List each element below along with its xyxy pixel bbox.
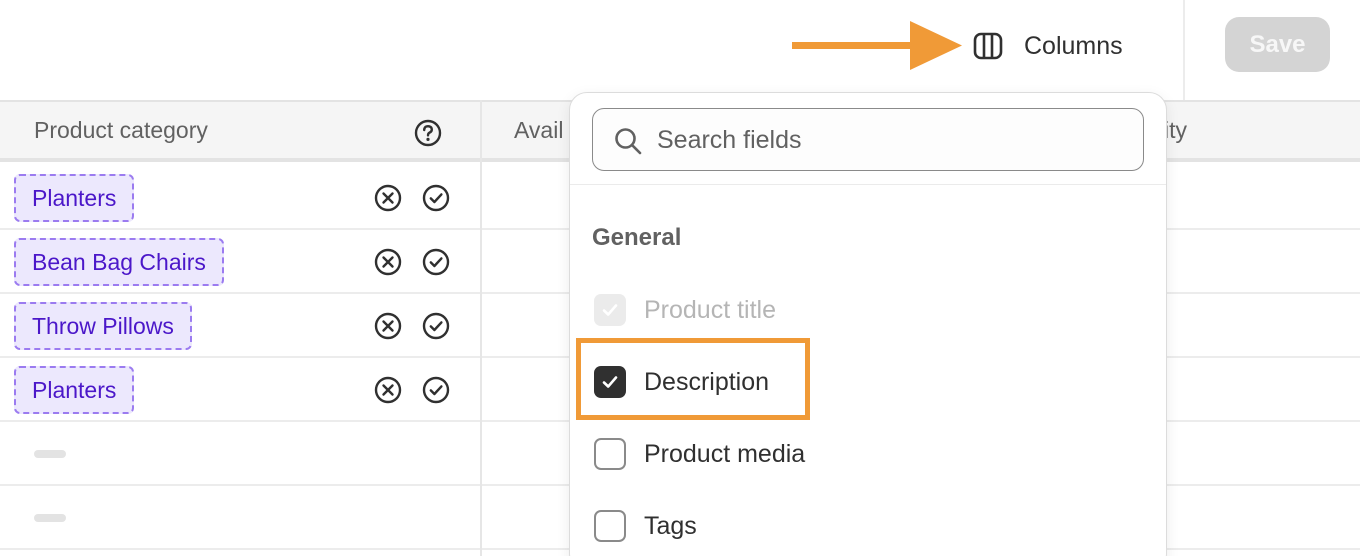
x-circle-icon[interactable] [374, 376, 402, 404]
checkmark-icon [602, 304, 618, 316]
check-circle-icon[interactable] [422, 184, 450, 212]
category-tag[interactable]: Bean Bag Chairs [14, 238, 224, 286]
category-tag[interactable]: Planters [14, 366, 135, 414]
arrow-annotation-icon [792, 21, 962, 70]
columns-label: Columns [1024, 31, 1123, 60]
header-product-category[interactable]: Product category [34, 117, 208, 144]
group-title-general: General [592, 224, 682, 251]
checkbox-checked[interactable] [594, 366, 626, 398]
checkbox-unchecked[interactable] [594, 438, 626, 470]
header-quantity[interactable]: ity [1164, 117, 1187, 144]
option-label: Description [644, 367, 770, 396]
check-circle-icon[interactable] [422, 312, 450, 340]
top-toolbar: Columns Save [0, 0, 1360, 100]
columns-button[interactable]: Columns [972, 24, 1123, 68]
option-product-title: Product title [594, 290, 776, 330]
column-separator [480, 100, 482, 556]
option-product-media[interactable]: Product media [594, 434, 805, 474]
option-tags[interactable]: Tags [594, 506, 697, 546]
help-circle-icon[interactable] [414, 119, 442, 147]
check-circle-icon[interactable] [422, 248, 450, 276]
search-field[interactable] [592, 108, 1144, 171]
search-section [570, 93, 1166, 185]
save-button[interactable]: Save [1225, 17, 1330, 72]
x-circle-icon[interactable] [374, 312, 402, 340]
option-label: Product media [644, 439, 806, 468]
option-label: Tags [644, 511, 697, 540]
columns-icon [972, 30, 1004, 62]
search-input[interactable] [657, 119, 1127, 161]
option-description[interactable]: Description [594, 362, 769, 402]
checkmark-icon [602, 376, 618, 388]
option-label: Product title [644, 295, 777, 324]
empty-value-placeholder [34, 514, 66, 522]
category-tag[interactable]: Throw Pillows [14, 302, 192, 350]
search-icon [615, 128, 642, 155]
header-availability[interactable]: Avail [514, 117, 563, 144]
check-circle-icon[interactable] [422, 376, 450, 404]
x-circle-icon[interactable] [374, 184, 402, 212]
toolbar-divider [1183, 0, 1185, 100]
category-tag[interactable]: Planters [14, 174, 135, 222]
empty-value-placeholder [34, 450, 66, 458]
columns-dropdown: General Product title Description Produc… [569, 92, 1167, 556]
checkbox-unchecked[interactable] [594, 510, 626, 542]
x-circle-icon[interactable] [374, 248, 402, 276]
checkbox-disabled [594, 294, 626, 326]
